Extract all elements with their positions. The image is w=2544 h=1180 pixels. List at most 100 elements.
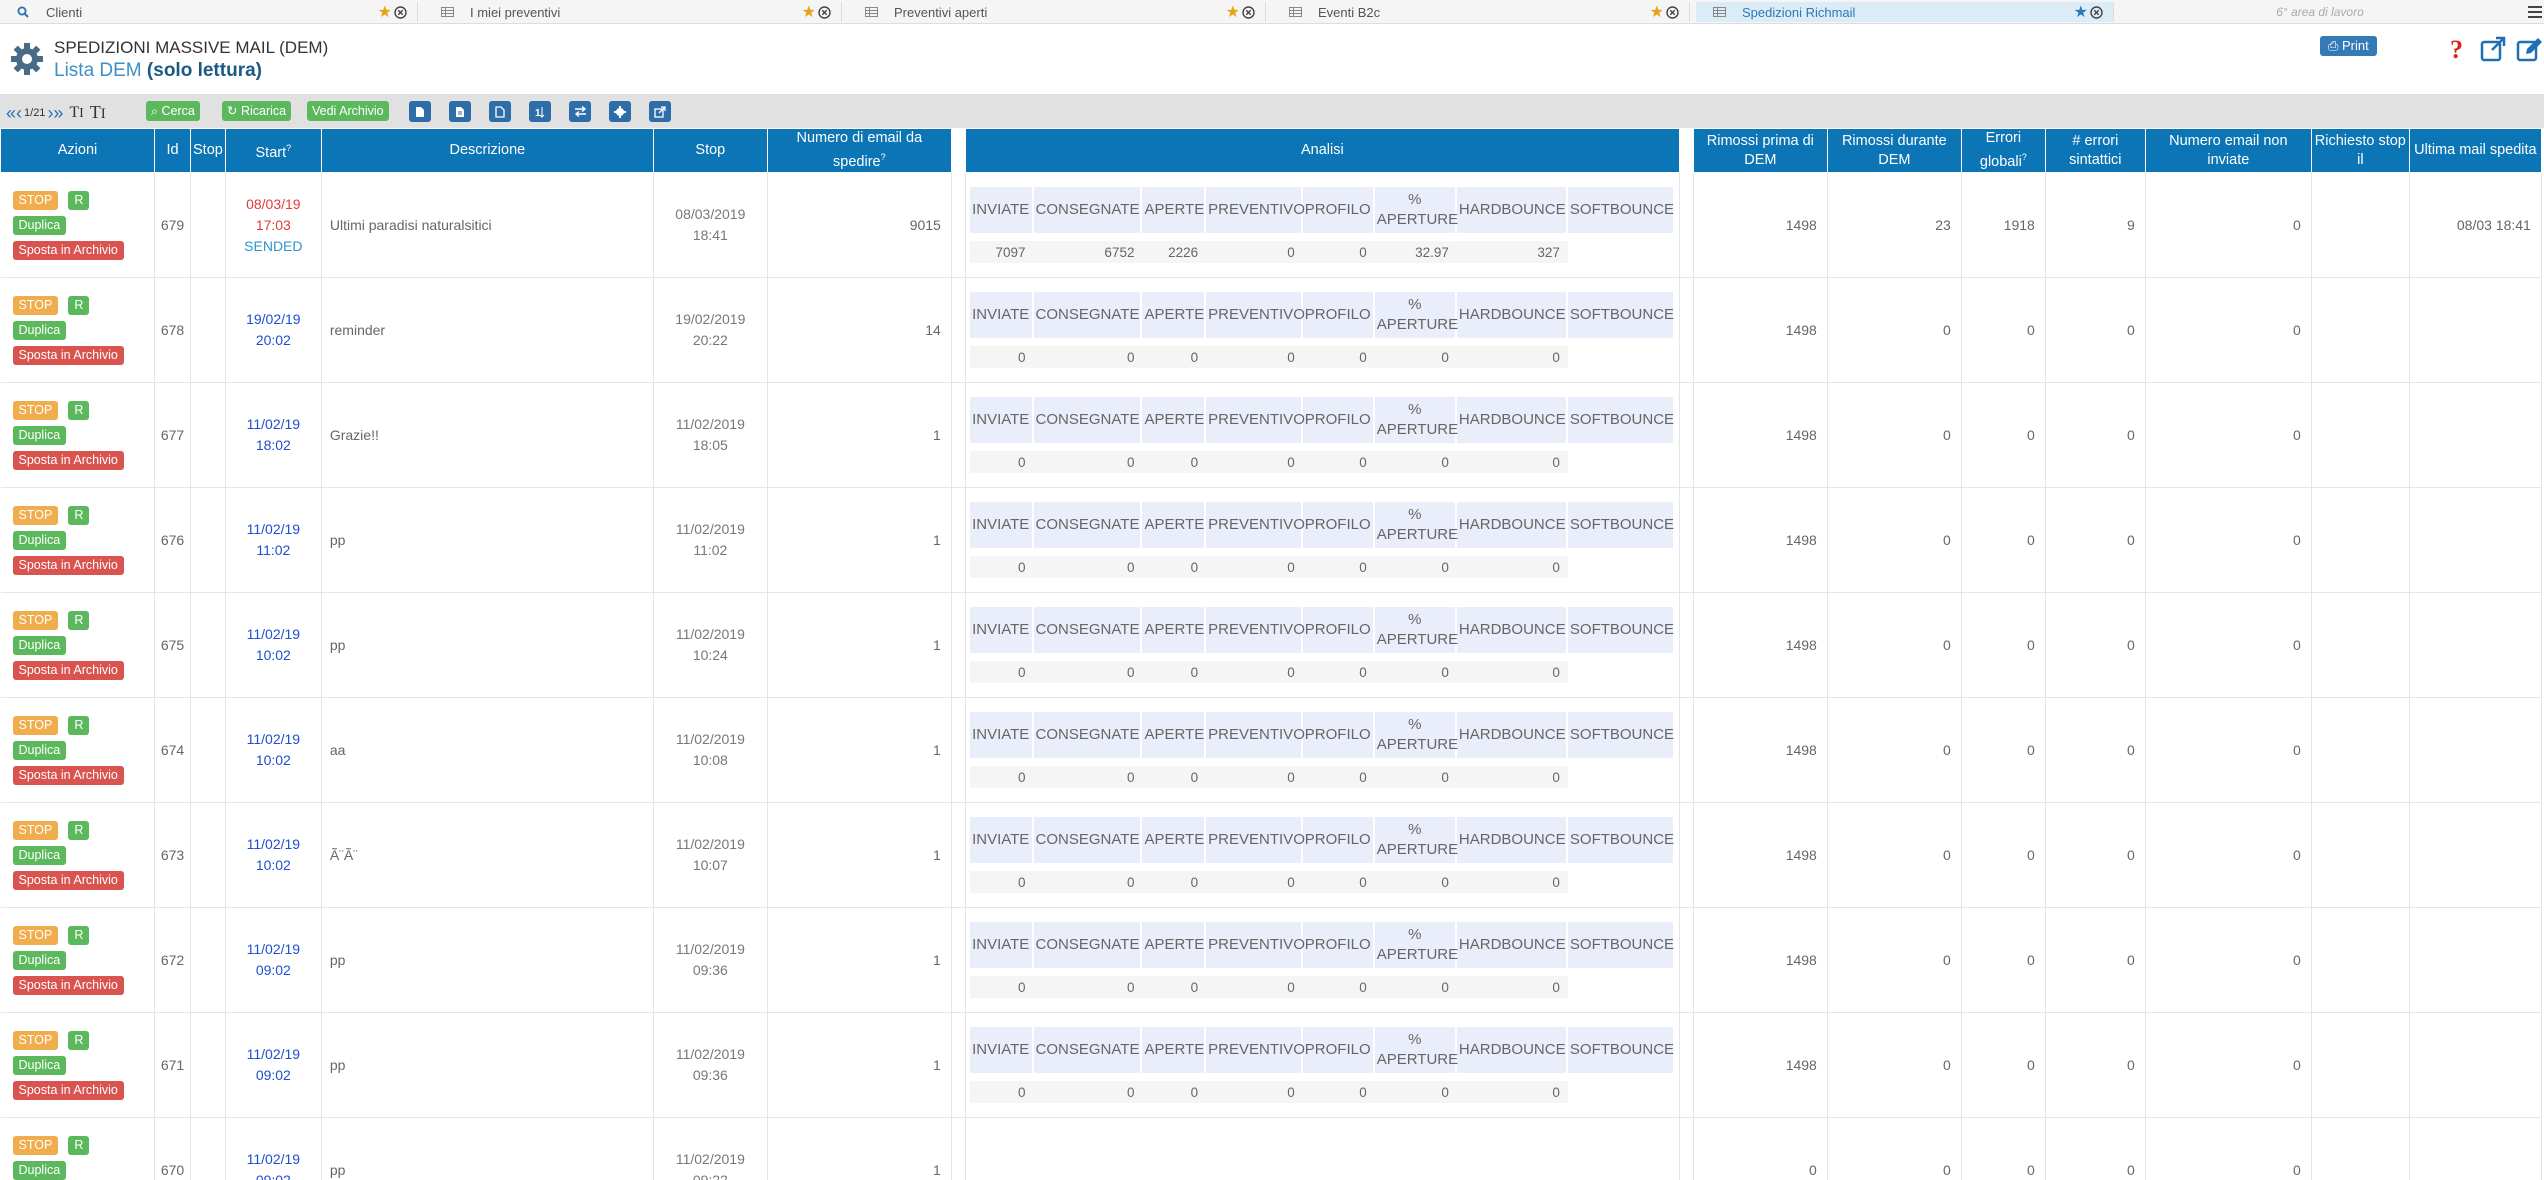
close-icon[interactable] [394,5,407,19]
close-icon[interactable] [2090,5,2103,19]
sposta-archivio-button[interactable]: Sposta in Archivio [12,870,124,890]
first-page-icon[interactable]: «‹ [6,104,22,122]
row-stop: 08/03/2019 18:41 [653,172,768,278]
row-analisi: INVIATE CONSEGNATE APERTE PREVENTIVO PROFILO… [965,802,1680,908]
col-non-inviate[interactable]: Numero email non inviate [2144,128,2312,173]
col-start[interactable]: Start? [224,128,322,173]
r-button[interactable]: R [68,715,90,735]
duplica-button[interactable]: Duplica [12,320,67,340]
start-date: 11/02/19 [246,836,301,852]
r-button[interactable]: R [68,1135,90,1155]
row-id: 678 [154,277,191,383]
row-rimossi-durante: 0 [1827,907,1962,1013]
print-button[interactable]: ⎙ Print [2320,36,2377,56]
col-descrizione[interactable]: Descrizione [320,128,654,173]
col-rimossi-durante[interactable]: Rimossi durante DEM [1826,128,1962,173]
ricarica-button[interactable]: ↻ Ricarica [222,101,292,121]
settings-icon[interactable] [609,101,631,122]
table-icon [1286,7,1304,17]
duplica-button[interactable]: Duplica [12,1055,67,1075]
stop-button[interactable]: STOP [12,925,59,945]
tab-empty-workspace[interactable]: 6° area di lavoro [2120,2,2520,22]
r-button[interactable]: R [68,925,90,945]
star-icon[interactable]: ★ [2074,2,2088,22]
sposta-archivio-button[interactable]: Sposta in Archivio [12,240,124,260]
tab-eventi-b2c[interactable]: Eventi B2c ★ [1272,2,1690,22]
star-icon[interactable]: ★ [802,2,816,22]
analisi-header: CONSEGNATE [1033,922,1143,968]
close-icon[interactable] [818,5,831,19]
col-stop-flag[interactable]: Stop [190,128,226,173]
col-id[interactable]: Id [154,128,191,173]
stop-button[interactable]: STOP [12,610,59,630]
sposta-archivio-button[interactable]: Sposta in Archivio [12,450,124,470]
sposta-archivio-button[interactable]: Sposta in Archivio [12,1080,124,1100]
edit-icon[interactable] [2516,36,2542,62]
external-link-icon[interactable] [2480,36,2506,62]
col-azioni[interactable]: Azioni [0,128,155,173]
col-rimossi-prima[interactable]: Rimossi prima di DEM [1692,128,1828,173]
exchange-icon[interactable] [569,101,591,122]
col-ultima-mail[interactable]: Ultima mail spedita [2408,128,2542,173]
sort-numeric-icon[interactable]: 1 [529,101,551,122]
r-button[interactable]: R [68,295,90,315]
stop-button[interactable]: STOP [12,715,59,735]
tab-miei-preventivi[interactable]: I miei preventivi ★ [424,2,842,22]
font-size-large-icon[interactable]: TI [90,102,106,123]
col-analisi[interactable]: Analisi [964,128,1680,173]
stop-button[interactable]: STOP [12,190,59,210]
star-icon[interactable]: ★ [1226,2,1240,22]
duplica-button[interactable]: Duplica [12,950,67,970]
row-spacer [1679,802,1694,908]
document-outline-icon[interactable] [489,101,511,122]
col-stop[interactable]: Stop [652,128,768,173]
tab-clienti[interactable]: Clienti ★ [0,2,418,22]
stop-button[interactable]: STOP [12,1135,59,1155]
analisi-header: % APERTURE [1374,712,1458,758]
star-icon[interactable]: ★ [1650,2,1664,22]
next-page-icon[interactable]: ›» [47,104,63,122]
col-richiesto-stop[interactable]: Richiesto stop il [2310,128,2410,173]
font-size-icon[interactable]: TI [69,104,83,122]
r-button[interactable]: R [68,400,90,420]
duplica-button[interactable]: Duplica [12,845,67,865]
sposta-archivio-button[interactable]: Sposta in Archivio [12,975,124,995]
r-button[interactable]: R [68,505,90,525]
tab-preventivi-aperti[interactable]: Preventivi aperti ★ [848,2,1266,22]
col-numero-email[interactable]: Numero di email da spedire? [766,128,952,173]
hamburger-menu-icon[interactable] [2528,6,2542,18]
r-button[interactable]: R [68,1030,90,1050]
duplica-button[interactable]: Duplica [12,215,67,235]
stop-button[interactable]: STOP [12,505,59,525]
help-icon[interactable]: ? [2446,36,2470,62]
r-button[interactable]: R [68,610,90,630]
sposta-archivio-button[interactable]: Sposta in Archivio [12,660,124,680]
tab-spedizioni-richmail[interactable]: Spedizioni Richmail ★ [1696,2,2114,22]
col-errori-sintattici[interactable]: # errori sintattici [2044,128,2146,173]
external-link-icon[interactable] [649,101,671,122]
r-button[interactable]: R [68,820,90,840]
vedi-archivio-button[interactable]: Vedi Archivio [307,101,389,121]
duplica-button[interactable]: Duplica [12,635,67,655]
close-icon[interactable] [1242,5,1255,19]
stop-button[interactable]: STOP [12,400,59,420]
row-rimossi-durante: 0 [1827,802,1962,908]
document-icon[interactable] [409,101,431,122]
cerca-button[interactable]: ⌕ Cerca [146,101,200,121]
duplica-button[interactable]: Duplica [12,530,67,550]
sposta-archivio-button[interactable]: Sposta in Archivio [12,555,124,575]
star-icon[interactable]: ★ [378,2,392,22]
document-text-icon[interactable] [449,101,471,122]
stop-button[interactable]: STOP [12,295,59,315]
close-icon[interactable] [1666,5,1679,19]
stop-button[interactable]: STOP [12,1030,59,1050]
sposta-archivio-button[interactable]: Sposta in Archivio [12,765,124,785]
r-button[interactable]: R [68,190,90,210]
duplica-button[interactable]: Duplica [12,1160,67,1180]
duplica-button[interactable]: Duplica [12,425,67,445]
duplica-button[interactable]: Duplica [12,740,67,760]
stop-button[interactable]: STOP [12,820,59,840]
start-status: SENDED [244,237,303,254]
col-errori-globali[interactable]: Errori globali? [1960,128,2046,173]
sposta-archivio-button[interactable]: Sposta in Archivio [12,345,124,365]
